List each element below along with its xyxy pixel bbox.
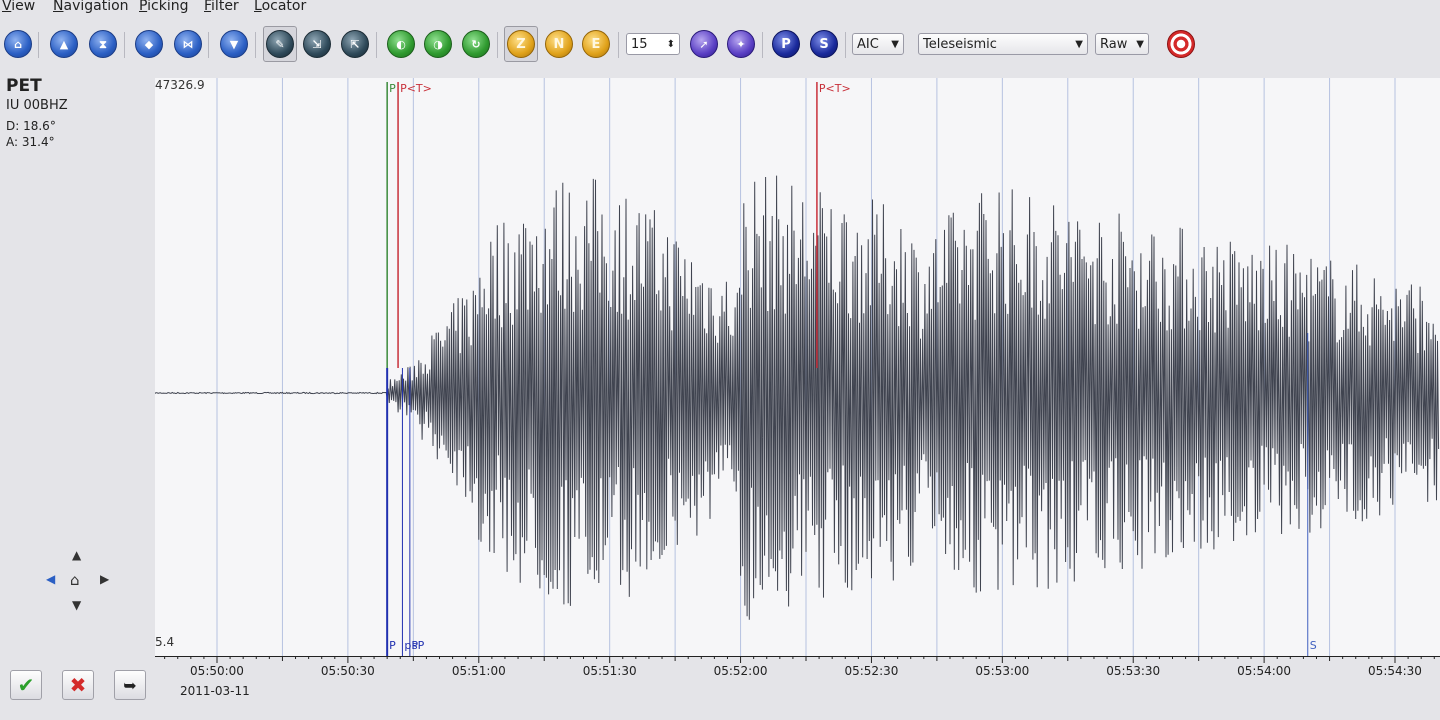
station-code: PET: [6, 76, 42, 96]
scroll-up-icon[interactable]: ▲: [50, 30, 78, 58]
toolbar: ⌂ ▲ ⧗ ◆ ⋈ ▼ ✎ ⇲ ⇱ ◐ ◑ ↻ Z N E 15 ⬍ ➚ ✦ P…: [0, 24, 1440, 66]
menu-navigation[interactable]: Navigation: [53, 0, 129, 14]
toolbar-separator: [845, 32, 846, 58]
nav-down-icon[interactable]: ▼: [72, 598, 81, 612]
scroll-left-icon[interactable]: ◆: [135, 30, 163, 58]
nav-right-icon[interactable]: ▶: [100, 572, 109, 586]
time-axis: 05:50:00 05:50:30 05:51:00 05:51:30 05:52:00…: [155, 656, 1440, 720]
pick-label: P<T>: [818, 82, 851, 95]
chevron-down-icon: ▼: [1136, 38, 1144, 50]
menu-filter[interactable]: Filter: [204, 0, 239, 14]
toolbar-separator: [38, 32, 39, 58]
time-tick-label: 05:54:30: [1368, 664, 1422, 678]
theoretical-pick-label: S: [1309, 639, 1317, 652]
next-trace-icon[interactable]: ◑: [424, 30, 452, 58]
toolbar-separator: [255, 32, 256, 58]
spin-arrows-icon[interactable]: ⬍: [663, 39, 675, 50]
phase-list-value: Teleseismic: [923, 36, 997, 52]
station-info-panel: PET IU 00BHZ D: 18.6° A: 31.4°: [6, 76, 146, 149]
nav-left-icon[interactable]: ◀: [46, 572, 55, 586]
pick-tool-icon[interactable]: ✎: [266, 30, 294, 58]
pick-label: P: [389, 82, 396, 95]
nav-up-icon[interactable]: ▲: [72, 548, 81, 562]
compass-icon[interactable]: ➚: [690, 30, 718, 58]
target-icon[interactable]: [1167, 30, 1195, 58]
component-e-button[interactable]: E: [582, 30, 610, 58]
theoretical-pick-label: P: [389, 639, 396, 652]
data-mode-value: Raw: [1100, 36, 1128, 52]
zoom-value: 15: [631, 36, 648, 52]
time-tick-label: 05:52:00: [713, 664, 768, 678]
time-tick-label: 05:51:00: [451, 664, 506, 678]
azimuth: A: 31.4°: [6, 135, 55, 149]
cancel-icon[interactable]: ✖: [62, 670, 94, 700]
menu-bar: View Navigation Picking Filter Locator: [0, 0, 1440, 16]
component-n-button[interactable]: N: [545, 30, 573, 58]
time-tick-label: 05:50:00: [190, 664, 244, 678]
measure-tool-icon[interactable]: ⇲: [303, 30, 331, 58]
navigation-pad: ▲ ◀ ⌂ ▶ ▼: [42, 546, 116, 616]
pick-label: P<T>: [400, 82, 432, 95]
menu-picking[interactable]: Picking: [139, 0, 188, 14]
toolbar-separator: [618, 32, 619, 58]
time-tick-label: 05:50:30: [320, 664, 375, 678]
chevron-down-icon: ▼: [891, 38, 899, 50]
previous-trace-icon[interactable]: ◐: [387, 30, 415, 58]
max-amplitude-label: 47326.9: [155, 78, 205, 92]
scroll-down-icon[interactable]: ⧗: [89, 30, 117, 58]
theoretical-pick-label: sP: [411, 639, 425, 652]
fit-horizontal-icon[interactable]: ⋈: [174, 30, 202, 58]
undo-pick-icon[interactable]: ✦: [727, 30, 755, 58]
component-z-button[interactable]: Z: [507, 30, 535, 58]
confirm-icon[interactable]: ✔: [10, 670, 42, 700]
pick-s-button[interactable]: S: [810, 30, 838, 58]
export-icon[interactable]: ➥: [114, 670, 146, 700]
toolbar-separator: [208, 32, 209, 58]
seismogram-canvas: [155, 78, 1440, 656]
pick-p-button[interactable]: P: [772, 30, 800, 58]
home-icon[interactable]: ⌂: [4, 30, 32, 58]
menu-locator[interactable]: Locator: [254, 0, 306, 14]
menu-view[interactable]: View: [2, 0, 35, 14]
scroll-bottom-icon[interactable]: ▼: [220, 30, 248, 58]
data-mode-select[interactable]: Raw ▼: [1095, 33, 1149, 55]
toolbar-separator: [497, 32, 498, 58]
channel-code: IU 00BHZ: [6, 98, 68, 113]
picker-method-value: AIC: [857, 36, 879, 52]
date-label: 2011-03-11: [180, 684, 250, 698]
min-amplitude-label: 5.4: [155, 635, 175, 649]
time-tick-label: 05:51:30: [582, 664, 637, 678]
time-tick-label: 05:54:00: [1237, 664, 1292, 678]
seismogram-plot[interactable]: 47326.9 5.4 P P<T> P<T> PpP sP S: [155, 78, 1440, 656]
amplitude-tool-icon[interactable]: ⇱: [341, 30, 369, 58]
chevron-down-icon: ▼: [1075, 38, 1083, 50]
zoom-spinbox[interactable]: 15 ⬍: [626, 33, 680, 55]
toolbar-separator: [762, 32, 763, 58]
phase-list-select[interactable]: Teleseismic ▼: [918, 33, 1088, 55]
epicentral-distance: D: 18.6°: [6, 119, 56, 133]
toolbar-separator: [124, 32, 125, 58]
time-tick-label: 05:52:30: [844, 664, 899, 678]
picker-method-select[interactable]: AIC ▼: [852, 33, 904, 55]
nav-home-icon[interactable]: ⌂: [70, 571, 80, 589]
time-tick-label: 05:53:00: [975, 664, 1030, 678]
time-tick-label: 05:53:30: [1106, 664, 1161, 678]
refresh-trace-icon[interactable]: ↻: [462, 30, 490, 58]
toolbar-separator: [376, 32, 377, 58]
